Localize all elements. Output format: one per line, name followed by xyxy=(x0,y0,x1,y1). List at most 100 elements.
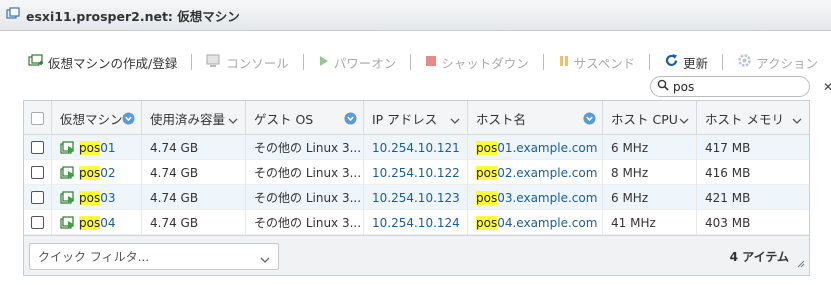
column-label-ip: IP アドレス xyxy=(372,111,438,127)
console-button[interactable]: コンソール xyxy=(206,53,289,72)
row-checkbox-cell xyxy=(24,135,52,160)
ip-address-cell: 10.254.10.122 xyxy=(364,160,468,185)
clear-search-icon[interactable]: ✕ xyxy=(823,80,831,94)
shutdown-label: シャットダウン xyxy=(441,55,529,71)
vm-name-cell[interactable]: pos 02 xyxy=(52,160,142,185)
row-checkbox-cell xyxy=(24,210,52,235)
search-icon xyxy=(657,79,669,94)
table-row[interactable]: pos 01 4.74 GB その他の Linux 3... 10.254.10.… xyxy=(24,135,809,160)
actions-button[interactable]: アクション xyxy=(737,53,818,72)
refresh-button[interactable]: 更新 xyxy=(664,53,708,72)
guest-os-cell: その他の Linux 3... xyxy=(246,210,364,235)
chevron-down-icon[interactable] xyxy=(792,113,802,128)
vm-name-suffix: 01 xyxy=(100,140,116,155)
ip-address-cell: 10.254.10.124 xyxy=(364,210,468,235)
sort-desc-icon[interactable] xyxy=(344,112,357,128)
item-count: 4 アイテム xyxy=(729,250,789,264)
sort-desc-icon[interactable] xyxy=(583,112,596,128)
vm-powered-on-icon xyxy=(60,190,76,205)
column-label-vm: 仮想マシン xyxy=(60,111,123,127)
hostname-suffix: 04.example.com xyxy=(497,215,598,230)
column-header-vm[interactable]: 仮想マシン xyxy=(52,101,142,135)
search-highlight: pos xyxy=(476,190,498,205)
vm-table: 仮想マシン 使用済み容量 ゲスト OS IP アドレス ホスト名 ホスト CPU… xyxy=(23,100,810,276)
vm-name-cell[interactable]: pos 01 xyxy=(52,135,142,160)
select-all-checkbox[interactable] xyxy=(31,111,44,125)
row-checkbox-cell xyxy=(24,185,52,210)
stop-icon xyxy=(425,55,437,70)
column-label-host-memory: ホスト メモリ xyxy=(705,111,784,127)
table-row[interactable]: pos 04 4.74 GB その他の Linux 3... 10.254.10.… xyxy=(24,210,809,235)
guest-os-cell: その他の Linux 3... xyxy=(246,185,364,210)
sort-desc-icon[interactable] xyxy=(122,112,135,128)
row-checkbox[interactable] xyxy=(31,141,44,154)
table-row[interactable]: pos 03 4.74 GB その他の Linux 3... 10.254.10.… xyxy=(24,185,809,210)
vm-name-cell[interactable]: pos 04 xyxy=(52,210,142,235)
column-label-hostname: ホスト名 xyxy=(476,111,527,127)
column-header-host-memory[interactable]: ホスト メモリ xyxy=(697,101,809,135)
create-register-vm-button[interactable]: 仮想マシンの作成/登録 xyxy=(28,53,177,72)
row-checkbox[interactable] xyxy=(31,191,44,204)
toolbar-divider xyxy=(542,54,544,70)
chevron-down-icon xyxy=(260,253,270,267)
create-vm-icon xyxy=(28,53,44,71)
used-space-cell: 4.74 GB xyxy=(142,135,246,160)
console-label: コンソール xyxy=(226,55,289,71)
column-label-host-cpu: ホスト CPU xyxy=(611,111,678,127)
column-header-host-cpu[interactable]: ホスト CPU xyxy=(603,101,697,135)
used-space-cell: 4.74 GB xyxy=(142,185,246,210)
shutdown-button[interactable]: シャットダウン xyxy=(425,53,529,72)
search-highlight: pos xyxy=(79,140,101,155)
toolbar-divider xyxy=(722,54,724,70)
search-highlight: pos xyxy=(79,190,101,205)
host-memory-cell: 417 MB xyxy=(705,140,751,155)
ip-address-cell: 10.254.10.123 xyxy=(364,185,468,210)
search-highlight: pos xyxy=(79,215,101,230)
refresh-label: 更新 xyxy=(683,55,709,71)
table-row[interactable]: pos 02 4.74 GB その他の Linux 3... 10.254.10.… xyxy=(24,160,809,185)
hostname-cell: pos 04.example.com xyxy=(468,210,603,235)
table-header: 仮想マシン 使用済み容量 ゲスト OS IP アドレス ホスト名 ホスト CPU… xyxy=(24,101,809,135)
column-header-ip[interactable]: IP アドレス xyxy=(364,101,468,135)
column-header-guest-os[interactable]: ゲスト OS xyxy=(246,101,364,135)
refresh-icon xyxy=(664,53,679,71)
power-on-button[interactable]: パワーオン xyxy=(318,53,397,72)
search-box: ✕ xyxy=(650,76,831,97)
vm-name-cell[interactable]: pos 03 xyxy=(52,185,142,210)
gear-icon xyxy=(737,53,752,71)
host-cpu-cell: 8 MHz xyxy=(603,160,697,185)
select-all-checkbox-cell xyxy=(24,101,52,135)
suspend-button[interactable]: サスペンド xyxy=(558,53,635,72)
vm-powered-on-icon xyxy=(60,215,76,230)
toolbar-divider xyxy=(302,54,304,70)
host-memory-cell: 403 MB xyxy=(705,215,751,230)
suspend-label: サスペンド xyxy=(573,55,636,71)
window-titlebar: esxi11.prosper2.net: 仮想マシン xyxy=(0,0,831,31)
column-header-used-space[interactable]: 使用済み容量 xyxy=(142,101,246,135)
column-label-guest-os: ゲスト OS xyxy=(254,111,314,127)
search-highlight: pos xyxy=(476,165,498,180)
row-checkbox[interactable] xyxy=(31,166,44,179)
toolbar-divider xyxy=(649,54,651,70)
host-memory-cell: 416 MB xyxy=(705,165,751,180)
console-icon xyxy=(206,54,222,71)
used-space-cell: 4.74 GB xyxy=(142,210,246,235)
chevron-down-icon[interactable] xyxy=(450,113,460,128)
chevron-down-icon[interactable] xyxy=(679,113,689,128)
search-input[interactable] xyxy=(673,79,823,94)
table-footer: クイック フィルタ... 4 アイテム xyxy=(24,235,809,275)
toolbar-divider xyxy=(410,54,412,70)
toolbar-divider xyxy=(191,54,193,70)
power-on-label: パワーオン xyxy=(333,55,397,71)
column-label-used-space: 使用済み容量 xyxy=(150,111,226,127)
hostname-suffix: 03.example.com xyxy=(497,190,598,205)
quick-filter-select[interactable]: クイック フィルタ... xyxy=(29,243,279,270)
toolbar: 仮想マシンの作成/登録 コンソール パワーオン シャットダウン サスペンド 更新… xyxy=(28,52,821,72)
chevron-down-icon[interactable] xyxy=(228,113,238,128)
column-header-hostname[interactable]: ホスト名 xyxy=(468,101,603,135)
resize-grip-icon[interactable] xyxy=(797,257,805,271)
row-checkbox[interactable] xyxy=(31,216,44,229)
hostname-suffix: 02.example.com xyxy=(497,165,598,180)
vm-powered-on-icon xyxy=(60,165,76,180)
row-checkbox-cell xyxy=(24,160,52,185)
